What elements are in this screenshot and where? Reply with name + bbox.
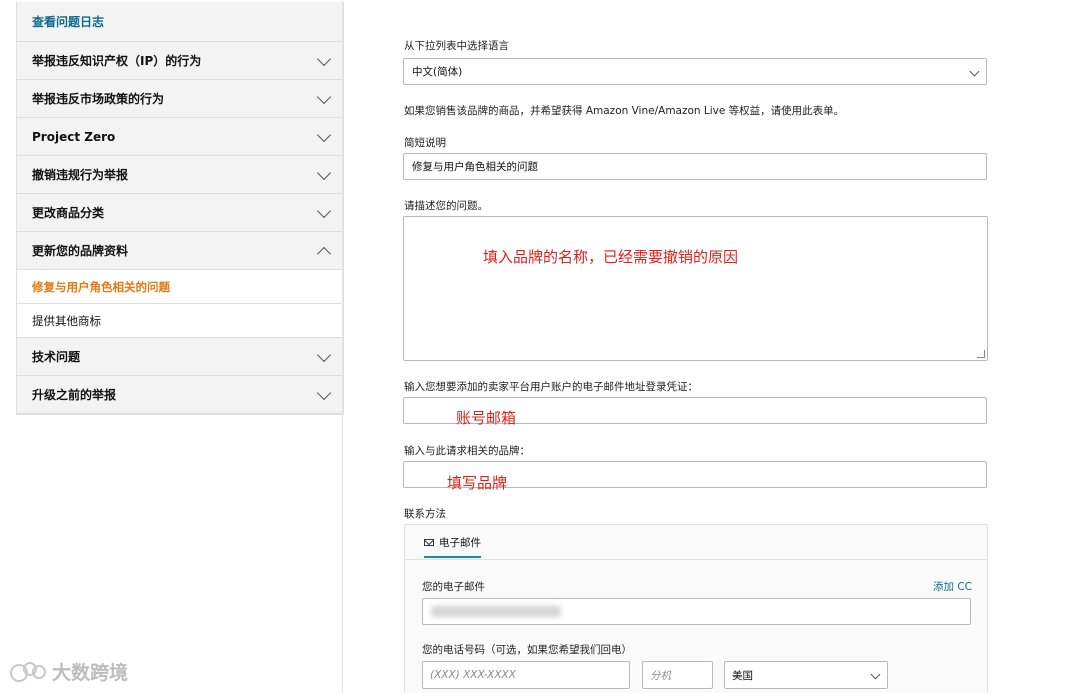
contact-panel: 电子邮件 您的电子邮件 添加 CC 您的电话号码（可选，如果您希望我们回电） (… — [404, 524, 988, 693]
contact-label: 联系方法 — [404, 508, 446, 520]
extension-input[interactable]: 分机 — [642, 661, 713, 689]
tab-email[interactable]: 电子邮件 — [424, 535, 481, 558]
mail-icon — [424, 539, 434, 546]
sidebar-item-technical[interactable]: 技术问题 — [17, 338, 343, 376]
sidebar-item-report-policy[interactable]: 举报违反市场政策的行为 — [17, 80, 343, 118]
view-issue-log-link[interactable]: 查看问题日志 — [17, 2, 343, 42]
sidebar-item-label: 撤销违规行为举报 — [32, 168, 129, 182]
language-select-value: 中文(简体) — [412, 66, 463, 78]
sidebar: 查看问题日志 举报违反知识产权（IP）的行为 举报违反市场政策的行为 Proje… — [16, 2, 344, 415]
sidebar-item-project-zero[interactable]: Project Zero — [17, 118, 343, 156]
sidebar-item-label: Project Zero — [32, 129, 116, 144]
summary-input-value: 修复与用户角色相关的问题 — [412, 161, 538, 173]
language-label: 从下拉列表中选择语言 — [404, 40, 509, 52]
panel-divider — [342, 0, 343, 693]
info-text: 如果您销售该品牌的商品，并希望获得 Amazon Vine/Amazon Liv… — [404, 105, 845, 117]
chevron-up-icon — [316, 246, 332, 261]
sidebar-item-label: 更新您的品牌资料 — [32, 244, 129, 258]
sidebar-item-label: 技术问题 — [32, 350, 81, 364]
resize-handle-icon[interactable] — [977, 350, 985, 358]
email-login-annotation: 账号邮箱 — [456, 409, 517, 427]
chevron-down-icon — [316, 127, 332, 142]
chevron-down-icon — [316, 203, 332, 218]
extension-placeholder: 分机 — [650, 669, 671, 682]
chevron-down-icon — [316, 89, 332, 104]
redacted-email — [431, 606, 561, 617]
sidebar-subitem-label: 修复与用户角色相关的问题 — [32, 279, 170, 294]
chevron-down-icon — [316, 347, 332, 362]
your-email-input[interactable] — [422, 598, 971, 625]
country-select[interactable]: 美国 — [724, 661, 888, 689]
phone-input[interactable]: (XXX) XXX-XXXX — [422, 661, 630, 689]
sidebar-subitem-label: 提供其他商标 — [32, 313, 101, 328]
watermark-logo-icon — [8, 661, 48, 683]
chevron-down-icon — [969, 66, 980, 77]
chevron-down-icon — [316, 165, 332, 180]
chevron-down-icon — [870, 669, 881, 680]
brand-annotation: 填写品牌 — [447, 474, 508, 492]
view-issue-log-label: 查看问题日志 — [32, 15, 105, 29]
brand-label: 输入与此请求相关的品牌： — [404, 445, 530, 457]
your-email-label: 您的电子邮件 — [422, 581, 485, 593]
phone-label: 您的电话号码（可选，如果您希望我们回电） — [422, 644, 632, 656]
summary-label: 简短说明 — [404, 137, 446, 149]
describe-textarea[interactable] — [403, 216, 988, 361]
summary-input[interactable]: 修复与用户角色相关的问题 — [403, 153, 987, 180]
sidebar-item-update-brand[interactable]: 更新您的品牌资料 — [17, 232, 343, 270]
sidebar-item-label: 举报违反市场政策的行为 — [32, 92, 165, 106]
sidebar-item-escalated[interactable]: 升级之前的举报 — [17, 376, 343, 414]
describe-annotation: 填入品牌的名称，已经需要撤销的原因 — [483, 248, 739, 266]
watermark-text: 大数跨境 — [52, 662, 129, 684]
describe-label: 请描述您的问题。 — [404, 200, 488, 212]
chevron-down-icon — [316, 51, 332, 66]
chevron-down-icon — [316, 385, 332, 400]
language-select[interactable]: 中文(简体) — [403, 58, 987, 85]
email-login-label: 输入您想要添加的卖家平台用户账户的电子邮件地址登录凭证： — [404, 381, 698, 393]
phone-placeholder: (XXX) XXX-XXXX — [430, 669, 516, 681]
sidebar-item-change-category[interactable]: 更改商品分类 — [17, 194, 343, 232]
sidebar-item-label: 升级之前的举报 — [32, 388, 117, 402]
sidebar-item-report-ip[interactable]: 举报违反知识产权（IP）的行为 — [17, 42, 343, 80]
add-cc-link[interactable]: 添加 CC — [933, 579, 972, 594]
tab-email-label: 电子邮件 — [439, 537, 481, 549]
sidebar-subitem-other-trademark[interactable]: 提供其他商标 — [17, 304, 343, 338]
watermark: 大数跨境 — [8, 658, 128, 685]
country-select-value: 美国 — [732, 669, 753, 682]
contact-tabbar: 电子邮件 — [405, 525, 987, 560]
sidebar-item-label: 举报违反知识产权（IP）的行为 — [32, 54, 202, 68]
sidebar-item-label: 更改商品分类 — [32, 206, 105, 220]
sidebar-subitem-fix-user-roles[interactable]: 修复与用户角色相关的问题 — [17, 270, 343, 304]
sidebar-item-revoke-report[interactable]: 撤销违规行为举报 — [17, 156, 343, 194]
